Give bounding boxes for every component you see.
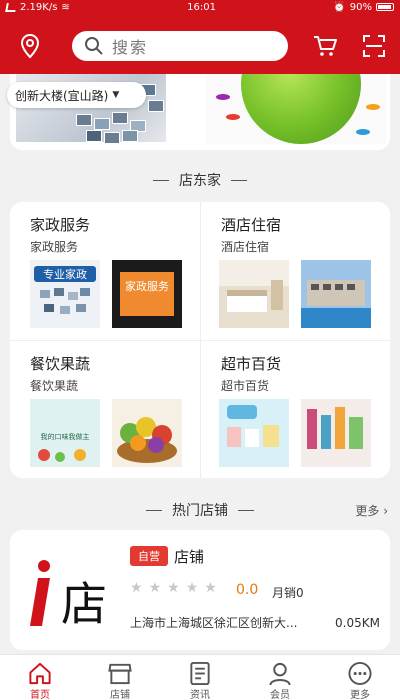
star-icon: ★ [167, 580, 180, 596]
search-placeholder: 搜索 [112, 38, 149, 57]
star-icon: ★ [130, 580, 143, 596]
status-bar: 2.19K/s ≋ 16:01 ⏰ 90% [0, 0, 400, 14]
divider [238, 509, 254, 511]
category-housekeeping[interactable]: 家政服务 家政服务 专业家政 家政服务 [10, 202, 200, 340]
self-operated-badge: 自营 [130, 546, 168, 566]
category-hotel[interactable]: 酒店住宿 酒店住宿 [200, 202, 390, 340]
category-image [301, 260, 371, 328]
shop-address: 上海市上海城区徐汇区创新大... [130, 616, 298, 630]
home-icon [29, 662, 51, 685]
category-image-text: 我的口味我做主 [41, 432, 90, 441]
location-text: 创新大楼(宜山路) [15, 88, 109, 103]
location-selector[interactable]: 创新大楼(宜山路) ▼ [7, 82, 146, 108]
banner-image-green [206, 74, 386, 144]
category-image [301, 399, 371, 467]
category-title: 酒店住宿 [221, 216, 282, 234]
category-grid: 家政服务 家政服务 专业家政 家政服务 酒店住宿 酒店住宿 餐饮果蔬 餐饮果蔬 … [10, 202, 390, 478]
location-pin-icon[interactable] [16, 32, 44, 60]
rating-score: 0.0 [236, 582, 259, 598]
category-supermarket[interactable]: 超市百货 超市百货 [200, 340, 390, 478]
member-icon [269, 662, 291, 686]
category-title: 超市百货 [221, 355, 282, 373]
nav-label: 更多 [350, 690, 370, 700]
category-food[interactable]: 餐饮果蔬 餐饮果蔬 我的口味我做主 [10, 340, 200, 478]
star-icon: ★ [148, 580, 162, 596]
shop-distance: 0.05KM [335, 616, 380, 630]
shop-card[interactable]: 店 自营 店铺 ★ ★ ★ ★ ★ 0.0 月销0 上海市上海城区徐汇区创新大.… [10, 530, 390, 650]
cart-icon[interactable] [312, 34, 338, 58]
nav-label: 首页 [30, 690, 50, 700]
nav-label: 店铺 [110, 690, 130, 700]
more-label: 更多 [355, 504, 380, 518]
more-shops-link[interactable]: 更多 › [355, 502, 388, 519]
shop-logo-text: 店 [61, 577, 107, 631]
nav-more[interactable]: 更多 [320, 655, 400, 700]
monthly-sales: 月销0 [272, 586, 304, 600]
section-title-text: 店东家 [179, 173, 221, 189]
category-subtitle: 超市百货 [221, 379, 270, 393]
scan-icon[interactable] [362, 34, 386, 58]
more-icon [348, 661, 372, 686]
shop-logo: 店 [30, 546, 120, 636]
category-image-text: 家政服务 [125, 279, 169, 293]
category-image [219, 260, 289, 328]
divider [153, 179, 169, 181]
star-icon: ★ [204, 580, 217, 596]
clock: 16:01 [187, 1, 216, 13]
divider [146, 509, 162, 511]
category-image: 家政服务 [112, 260, 182, 328]
category-subtitle: 餐饮果蔬 [30, 379, 79, 393]
battery-percent: 90% [349, 1, 372, 13]
wifi-icon: ≋ [61, 1, 70, 13]
category-image [219, 399, 289, 467]
news-icon [190, 661, 210, 686]
rating-stars: ★ ★ ★ ★ ★ [130, 580, 217, 596]
nav-label: 资讯 [190, 690, 210, 700]
divider [231, 179, 247, 181]
alarm-icon: ⏰ [333, 1, 346, 13]
caret-down-icon: ▼ [112, 90, 120, 100]
nav-label: 会员 [270, 690, 290, 700]
nav-home[interactable]: 首页 [0, 655, 80, 700]
category-title: 餐饮果蔬 [30, 355, 91, 373]
app-header: 搜索 [0, 14, 400, 74]
category-title: 家政服务 [30, 216, 91, 234]
section-title: 店东家 [0, 168, 400, 192]
battery-icon [376, 3, 394, 11]
chevron-right-icon: › [383, 504, 388, 518]
search-icon [85, 37, 103, 55]
store-icon [108, 663, 132, 685]
category-subtitle: 酒店住宿 [221, 240, 270, 254]
network-speed: 2.19K/s [20, 1, 58, 13]
nav-store[interactable]: 店铺 [80, 655, 160, 700]
search-bar[interactable]: 搜索 [72, 31, 288, 61]
category-image: 专业家政 [30, 260, 100, 328]
category-subtitle: 家政服务 [30, 240, 79, 254]
star-icon: ★ [185, 580, 199, 596]
hot-shops-header: 热门店铺 更多 › [0, 498, 400, 522]
bottom-nav: 首页 店铺 资讯 会员 更多 [0, 654, 400, 700]
nav-member[interactable]: 会员 [240, 655, 320, 700]
nav-news[interactable]: 资讯 [160, 655, 240, 700]
category-image [112, 399, 182, 467]
signal-icon [5, 2, 17, 12]
category-image: 我的口味我做主 [30, 399, 100, 467]
hot-shops-title: 热门店铺 [172, 503, 228, 519]
shop-name: 店铺 [174, 548, 205, 566]
category-image-text: 专业家政 [43, 267, 87, 281]
